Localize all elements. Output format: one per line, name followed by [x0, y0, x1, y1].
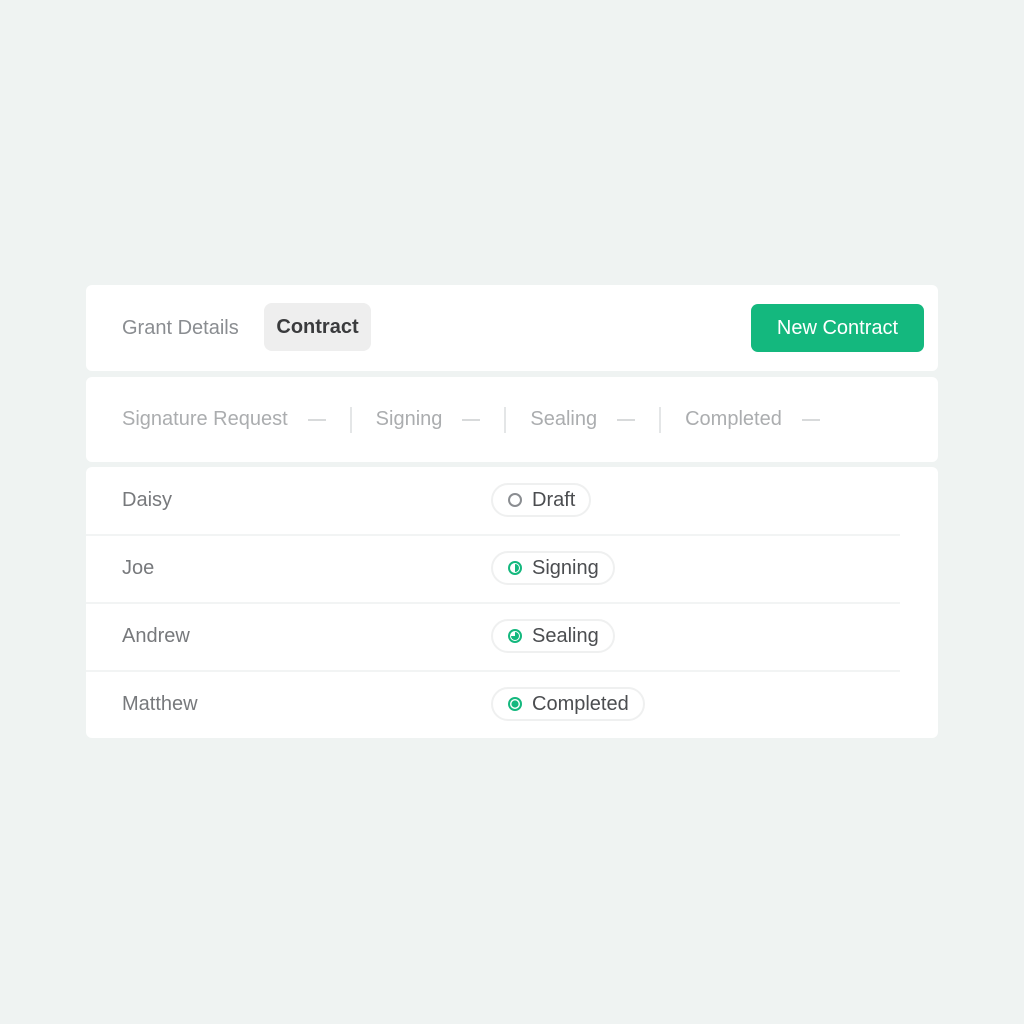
status-badge: Draft	[491, 483, 592, 517]
status-label: Completed	[532, 692, 629, 715]
step-signature-request[interactable]: Signature Request	[122, 408, 326, 431]
step-label: Signature Request	[122, 408, 288, 430]
tab-grant-details[interactable]: Grant Details	[122, 312, 239, 352]
status-label: Draft	[532, 488, 576, 511]
table-row[interactable]: Daisy Draft	[86, 467, 900, 536]
step-count-placeholder	[617, 418, 636, 421]
half-circle-icon	[508, 561, 522, 575]
row-name: Joe	[122, 557, 155, 579]
step-completed[interactable]: Completed	[685, 408, 820, 431]
step-sealing[interactable]: Sealing	[530, 408, 636, 431]
step-label: Signing	[375, 408, 443, 430]
empty-circle-icon	[508, 493, 522, 507]
step-count-placeholder	[801, 418, 820, 421]
header-bar: Grant Details Contract New Contract	[86, 285, 938, 371]
row-name: Matthew	[122, 693, 198, 715]
step-divider	[504, 406, 507, 433]
status-label: Signing	[532, 556, 599, 579]
filled-circle-icon	[508, 697, 522, 711]
step-signing[interactable]: Signing	[376, 408, 481, 431]
step-count-placeholder	[462, 418, 481, 421]
step-divider	[659, 406, 662, 433]
status-steps: Signature Request Signing Sealing Comple…	[122, 377, 820, 462]
table-row[interactable]: Andrew Sealing	[86, 603, 900, 672]
tab-contract[interactable]: Contract	[264, 303, 371, 351]
status-badge: Completed	[491, 687, 645, 721]
row-name: Andrew	[122, 625, 190, 647]
step-divider	[349, 406, 352, 433]
status-badge: Signing	[491, 551, 615, 585]
table-row[interactable]: Matthew Completed	[86, 671, 900, 738]
new-contract-button[interactable]: New Contract	[751, 304, 924, 352]
status-badge: Sealing	[491, 619, 615, 653]
table-row[interactable]: Joe Signing	[86, 535, 900, 604]
step-count-placeholder	[307, 418, 326, 421]
step-label: Sealing	[530, 408, 598, 430]
status-label: Sealing	[532, 624, 599, 647]
step-label: Completed	[685, 408, 782, 430]
status-filter-bar: Signature Request Signing Sealing Comple…	[86, 377, 938, 462]
three-quarter-circle-icon	[508, 629, 522, 643]
row-name: Daisy	[122, 489, 173, 511]
contracts-table: Daisy Draft Joe Signing Andrew Sealing M…	[86, 467, 938, 738]
